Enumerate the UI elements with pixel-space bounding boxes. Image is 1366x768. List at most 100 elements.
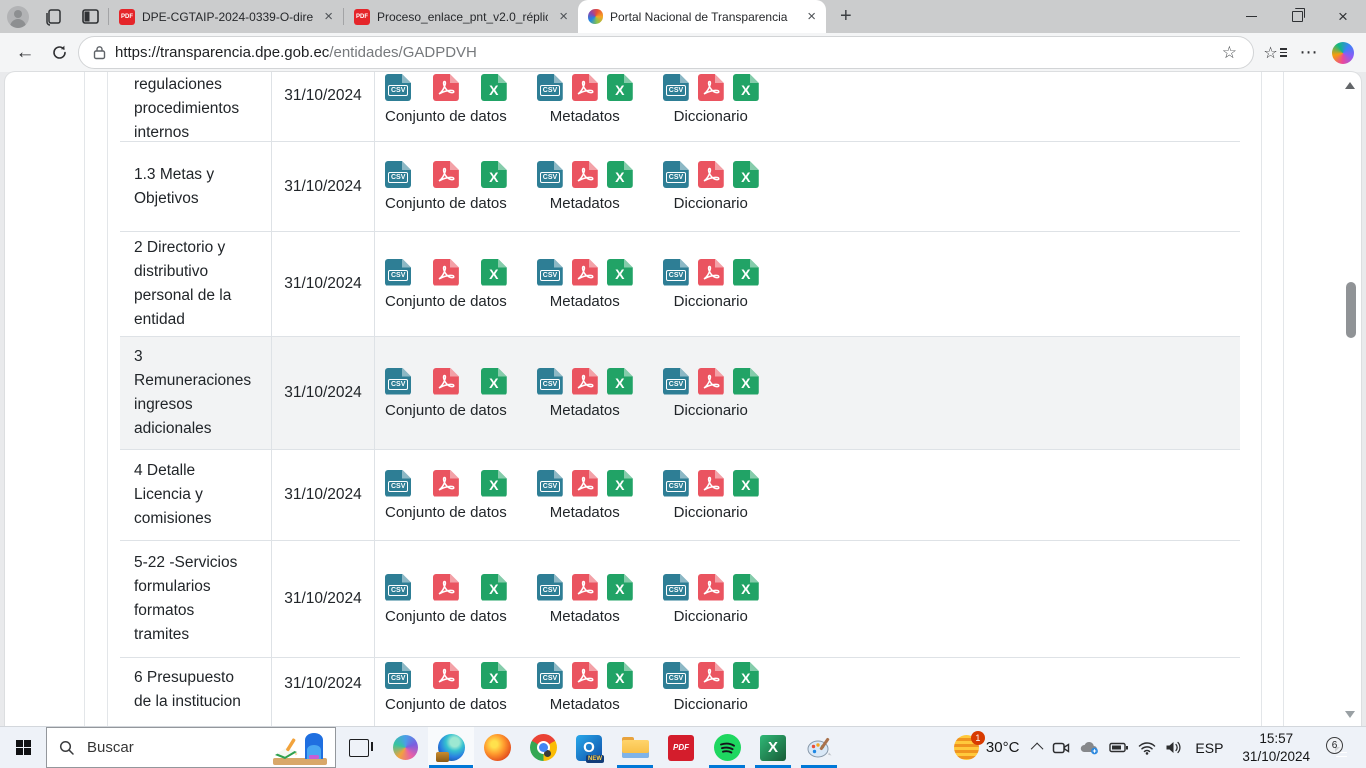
excel-file-icon[interactable]: X: [607, 574, 633, 601]
csv-file-icon[interactable]: CSV: [663, 74, 689, 101]
taskbar-firefox-button[interactable]: [474, 727, 520, 768]
tab-portal-transparencia-active[interactable]: Portal Nacional de Transparencia ×: [578, 0, 826, 33]
tab-close-icon[interactable]: ×: [803, 9, 820, 24]
pdf-file-icon[interactable]: [698, 259, 724, 286]
address-bar[interactable]: https://transparencia.dpe.gob.ec/entidad…: [78, 36, 1254, 69]
favorites-hub-button[interactable]: ☆: [1258, 43, 1292, 63]
csv-file-icon[interactable]: CSV: [385, 74, 411, 101]
excel-file-icon[interactable]: X: [481, 161, 507, 188]
settings-more-button[interactable]: ⋯: [1292, 42, 1326, 63]
csv-file-icon[interactable]: CSV: [537, 470, 563, 497]
start-button[interactable]: [0, 727, 46, 768]
excel-file-icon[interactable]: X: [607, 470, 633, 497]
scrollbar-thumb[interactable]: [1346, 282, 1356, 338]
restore-button[interactable]: [1274, 0, 1320, 33]
csv-file-icon[interactable]: CSV: [385, 368, 411, 395]
taskbar-outlook-button[interactable]: ONEW: [566, 727, 612, 768]
pdf-file-icon[interactable]: [433, 259, 459, 286]
excel-file-icon[interactable]: X: [607, 74, 633, 101]
add-favorite-button[interactable]: ☆: [1212, 43, 1247, 63]
pdf-file-icon[interactable]: [698, 74, 724, 101]
pdf-file-icon[interactable]: [572, 259, 598, 286]
excel-file-icon[interactable]: X: [733, 74, 759, 101]
excel-file-icon[interactable]: X: [481, 259, 507, 286]
taskbar-edge-button[interactable]: [428, 727, 474, 768]
csv-file-icon[interactable]: CSV: [537, 259, 563, 286]
taskbar-search[interactable]: [46, 727, 336, 768]
pdf-file-icon[interactable]: [572, 470, 598, 497]
tab-close-icon[interactable]: ×: [555, 9, 572, 24]
taskbar-excel-button[interactable]: X: [750, 727, 796, 768]
pdf-file-icon[interactable]: [572, 574, 598, 601]
csv-file-icon[interactable]: CSV: [663, 470, 689, 497]
pdf-file-icon[interactable]: [698, 161, 724, 188]
csv-file-icon[interactable]: CSV: [663, 368, 689, 395]
excel-file-icon[interactable]: X: [607, 259, 633, 286]
csv-file-icon[interactable]: CSV: [537, 161, 563, 188]
pdf-file-icon[interactable]: [698, 574, 724, 601]
battery-icon[interactable]: [1109, 741, 1129, 754]
excel-file-icon[interactable]: X: [607, 161, 633, 188]
pdf-file-icon[interactable]: [698, 470, 724, 497]
tab-pdf-1[interactable]: PDF DPE-CGTAIP-2024-0339-O-directri ×: [109, 0, 343, 33]
pdf-file-icon[interactable]: [572, 368, 598, 395]
search-input[interactable]: [85, 738, 239, 757]
csv-file-icon[interactable]: CSV: [663, 574, 689, 601]
pdf-file-icon[interactable]: [433, 470, 459, 497]
excel-file-icon[interactable]: X: [481, 662, 507, 689]
workspaces-button[interactable]: [36, 0, 72, 33]
excel-file-icon[interactable]: X: [481, 574, 507, 601]
excel-file-icon[interactable]: X: [607, 662, 633, 689]
scrollbar-up-arrow[interactable]: [1345, 82, 1355, 89]
pdf-file-icon[interactable]: [433, 662, 459, 689]
pdf-file-icon[interactable]: [572, 662, 598, 689]
csv-file-icon[interactable]: CSV: [537, 662, 563, 689]
csv-file-icon[interactable]: CSV: [663, 259, 689, 286]
excel-file-icon[interactable]: X: [481, 74, 507, 101]
onedrive-icon[interactable]: [1079, 740, 1100, 755]
taskbar-paint-button[interactable]: [796, 727, 842, 768]
weather-widget[interactable]: 1 30°C: [954, 735, 1020, 760]
pdf-file-icon[interactable]: [572, 74, 598, 101]
excel-file-icon[interactable]: X: [733, 368, 759, 395]
pdf-file-icon[interactable]: [698, 368, 724, 395]
csv-file-icon[interactable]: CSV: [385, 470, 411, 497]
csv-file-icon[interactable]: CSV: [385, 574, 411, 601]
taskbar-copilot-button[interactable]: [382, 727, 428, 768]
language-indicator[interactable]: ESP: [1195, 740, 1223, 756]
copilot-button[interactable]: [1326, 42, 1360, 64]
excel-file-icon[interactable]: X: [733, 161, 759, 188]
meet-now-icon[interactable]: [1052, 740, 1070, 756]
excel-file-icon[interactable]: X: [733, 574, 759, 601]
excel-file-icon[interactable]: X: [733, 662, 759, 689]
csv-file-icon[interactable]: CSV: [537, 368, 563, 395]
excel-file-icon[interactable]: X: [481, 368, 507, 395]
pdf-file-icon[interactable]: [433, 161, 459, 188]
profile-button[interactable]: [0, 0, 36, 33]
new-tab-button[interactable]: +: [840, 5, 852, 28]
pdf-file-icon[interactable]: [433, 574, 459, 601]
tab-pdf-2[interactable]: PDF Proceso_enlace_pnt_v2.0_réplica_ ×: [344, 0, 578, 33]
excel-file-icon[interactable]: X: [607, 368, 633, 395]
pdf-file-icon[interactable]: [572, 161, 598, 188]
excel-file-icon[interactable]: X: [733, 470, 759, 497]
task-view-button[interactable]: [336, 727, 382, 768]
close-window-button[interactable]: ×: [1320, 0, 1366, 33]
csv-file-icon[interactable]: CSV: [663, 662, 689, 689]
csv-file-icon[interactable]: CSV: [663, 161, 689, 188]
pdf-file-icon[interactable]: [698, 662, 724, 689]
pdf-file-icon[interactable]: [433, 74, 459, 101]
taskbar-spotify-button[interactable]: [704, 727, 750, 768]
back-button[interactable]: ←: [8, 42, 42, 64]
taskbar-file-explorer-button[interactable]: [612, 727, 658, 768]
tab-close-icon[interactable]: ×: [320, 9, 337, 24]
csv-file-icon[interactable]: CSV: [385, 259, 411, 286]
scrollbar-down-arrow[interactable]: [1345, 711, 1355, 718]
excel-file-icon[interactable]: X: [733, 259, 759, 286]
wifi-icon[interactable]: [1138, 741, 1156, 755]
csv-file-icon[interactable]: CSV: [385, 161, 411, 188]
pdf-file-icon[interactable]: [433, 368, 459, 395]
tab-actions-button[interactable]: [72, 0, 108, 33]
csv-file-icon[interactable]: CSV: [385, 662, 411, 689]
refresh-button[interactable]: [42, 44, 76, 61]
